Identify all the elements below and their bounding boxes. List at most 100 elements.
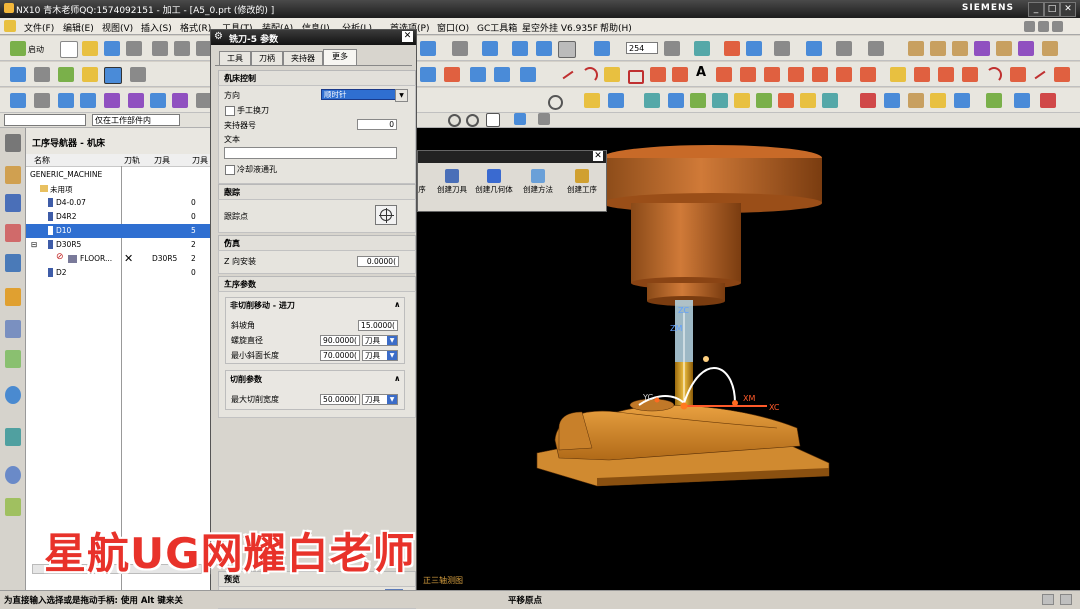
sketch-arc-icon[interactable]	[962, 67, 978, 82]
snap-center-icon[interactable]	[466, 114, 479, 127]
copy-icon[interactable]	[174, 41, 190, 56]
col-toolpath[interactable]: 刀轨	[124, 155, 140, 166]
open-file-icon[interactable]	[82, 41, 98, 56]
dialog-close-icon[interactable]: ✕	[402, 31, 413, 42]
solid-icon[interactable]	[860, 93, 876, 108]
cut-icon[interactable]	[152, 41, 168, 56]
process-studio-icon[interactable]	[5, 428, 21, 446]
col-tool-number[interactable]: 刀具	[192, 155, 208, 166]
sketch-rect-icon[interactable]	[1010, 67, 1026, 82]
circle-icon[interactable]	[548, 95, 563, 110]
attribute-icon[interactable]	[584, 93, 600, 108]
sketch-curve-icon[interactable]	[914, 67, 930, 82]
line-icon[interactable]	[560, 67, 576, 82]
offset-icon[interactable]	[716, 67, 732, 82]
plugin-7-icon[interactable]	[1042, 41, 1058, 56]
render-style-icon[interactable]	[452, 41, 468, 56]
holder-number-input[interactable]: 0	[357, 119, 397, 130]
plugin-2-icon[interactable]	[930, 41, 946, 56]
color-icon[interactable]	[734, 93, 750, 108]
measure-icon[interactable]	[868, 41, 884, 56]
group-icon[interactable]	[644, 93, 660, 108]
folder-icon[interactable]	[930, 93, 946, 108]
helix-unit-select[interactable]: 刀具	[362, 335, 398, 346]
app-menu-icon[interactable]	[4, 20, 16, 32]
menu-edit[interactable]: 编辑(E)	[63, 21, 94, 34]
settings-icon[interactable]	[954, 93, 970, 108]
curve-icon[interactable]	[672, 67, 688, 82]
dimension-icon[interactable]	[778, 93, 794, 108]
create-program-icon[interactable]	[10, 67, 26, 82]
generate-toolpath-icon[interactable]	[104, 67, 122, 84]
menu-insert[interactable]: 插入(S)	[141, 21, 172, 34]
status-icon-1[interactable]	[1042, 594, 1054, 605]
reuse-library-icon[interactable]	[5, 288, 21, 306]
window-close-icon[interactable]	[1052, 21, 1063, 32]
gear-icon[interactable]	[5, 134, 21, 152]
move-icon[interactable]	[694, 41, 710, 56]
delete-icon[interactable]	[34, 93, 50, 108]
layer-select[interactable]: 254	[626, 42, 658, 54]
plugin-3-icon[interactable]	[952, 41, 968, 56]
snap-icon[interactable]	[774, 41, 790, 56]
book-icon[interactable]	[1014, 93, 1030, 108]
menu-view[interactable]: 视图(V)	[102, 21, 133, 34]
collapse-chevron-icon[interactable]: ∧	[224, 72, 411, 82]
min-ramp-unit-select[interactable]: 刀具	[362, 350, 398, 361]
collapse-chevron-icon[interactable]: ∧	[224, 186, 411, 196]
edit-icon[interactable]	[104, 93, 120, 108]
menu-format[interactable]: 格式(R)	[180, 21, 211, 34]
tab-more[interactable]: 更多	[323, 49, 357, 66]
col-name[interactable]: 名称	[34, 155, 50, 166]
history-icon[interactable]	[5, 320, 21, 338]
select-icon[interactable]	[420, 41, 436, 56]
arc-icon[interactable]	[582, 67, 598, 83]
layer-settings-icon[interactable]	[664, 41, 680, 56]
plugin-5-icon[interactable]	[996, 41, 1012, 56]
create-method-button[interactable]: 创建方法	[518, 169, 558, 194]
sketch-arc2-icon[interactable]	[986, 67, 1002, 83]
plugin-4-icon[interactable]	[974, 41, 990, 56]
text-input[interactable]	[224, 147, 397, 159]
background-icon[interactable]	[558, 41, 576, 58]
wcs-icon[interactable]	[594, 41, 610, 56]
csys-icon[interactable]	[806, 41, 822, 56]
save-icon[interactable]	[104, 41, 120, 56]
geometry-view-icon[interactable]	[5, 224, 21, 242]
snap-plus-icon[interactable]	[486, 113, 500, 127]
print-icon[interactable]	[126, 41, 142, 56]
bridge-icon[interactable]	[860, 67, 876, 82]
max-stepover-input[interactable]: 50.0000(	[320, 394, 360, 405]
close-icon[interactable]: ✕	[1060, 2, 1076, 17]
mirror-icon[interactable]	[746, 41, 762, 56]
transform-icon[interactable]	[724, 41, 740, 56]
create-operation-button[interactable]: 创建工序	[562, 169, 602, 194]
snap-point-icon[interactable]	[448, 114, 461, 127]
table-row[interactable]: D4R2 0	[26, 210, 212, 224]
sketch-line-icon[interactable]	[938, 67, 954, 82]
property-icon[interactable]	[128, 93, 144, 108]
start-button[interactable]: 启动	[28, 44, 44, 55]
create-method-icon[interactable]	[82, 67, 98, 82]
sketch-offset-icon[interactable]	[1054, 67, 1070, 82]
snap-grid-icon[interactable]	[538, 113, 550, 125]
plugin-6-icon[interactable]	[1018, 41, 1034, 56]
tab-clamp[interactable]: 夹持器	[283, 51, 323, 66]
collapse-chevron-icon[interactable]: ∧	[394, 374, 401, 383]
menu-window[interactable]: 窗口(O)	[437, 21, 469, 34]
table-row[interactable]: 未用项	[26, 182, 212, 196]
view-cube-icon[interactable]	[512, 41, 528, 56]
collapse-icon[interactable]: ⊟	[31, 240, 37, 249]
palette-icon[interactable]	[5, 350, 21, 368]
start-icon[interactable]	[10, 41, 26, 56]
tab-tool[interactable]: 工具	[219, 51, 251, 66]
web-browser-icon[interactable]	[5, 386, 21, 404]
back-icon[interactable]	[58, 93, 74, 108]
noncut-move-header[interactable]: 非切削移动 - 进刀 ∧	[230, 300, 404, 313]
sheet-icon[interactable]	[172, 93, 188, 108]
create-geometry-button[interactable]: 创建几何体	[474, 169, 514, 194]
polygon-icon[interactable]	[650, 67, 666, 82]
fillet-icon[interactable]	[604, 67, 620, 82]
create-geometry-icon[interactable]	[58, 67, 74, 82]
floating-close-icon[interactable]: ✕	[593, 151, 603, 161]
